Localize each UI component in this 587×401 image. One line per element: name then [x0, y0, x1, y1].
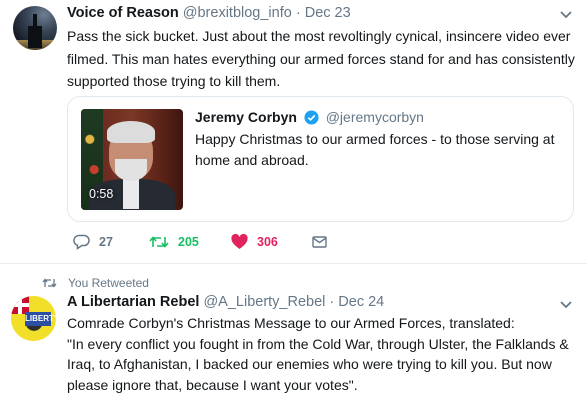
- video-figure-beard: [115, 159, 147, 181]
- quoted-display-name[interactable]: Jeremy Corbyn: [195, 109, 297, 125]
- tweet-text: Comrade Corbyn's Christmas Message to ou…: [67, 313, 581, 395]
- tweet-text: Pass the sick bucket. Just about the mos…: [67, 28, 575, 89]
- avatar-flag-bar: [11, 303, 29, 307]
- tweet[interactable]: Voice of Reason @brexitblog_info · Dec 2…: [0, 0, 587, 263]
- avatar[interactable]: [13, 6, 57, 50]
- retweet-count: 205: [178, 235, 199, 249]
- like-button[interactable]: 306: [231, 234, 278, 250]
- quoted-header: Jeremy Corbyn @jeremycorbyn: [195, 109, 424, 125]
- direct-message-button[interactable]: [312, 234, 327, 248]
- like-count: 306: [257, 235, 278, 249]
- handle[interactable]: @brexitblog_info: [183, 5, 292, 21]
- timestamp[interactable]: Dec 23: [305, 5, 351, 21]
- chevron-down-icon[interactable]: [559, 300, 573, 310]
- handle[interactable]: @A_Liberty_Rebel: [203, 294, 325, 310]
- separator: ·: [295, 5, 301, 21]
- retweet-button[interactable]: 205: [149, 234, 199, 250]
- retweet-context-label[interactable]: You Retweeted: [68, 276, 149, 290]
- quoted-text: Happy Christmas to our armed forces - to…: [195, 131, 555, 168]
- avatar[interactable]: LIBERTY: [11, 296, 56, 341]
- tweet-text-line: Comrade Corbyn's Christmas Message to ou…: [67, 315, 515, 331]
- tweet-header: Voice of Reason @brexitblog_info · Dec 2…: [67, 5, 351, 21]
- video-duration: 0:58: [89, 187, 114, 201]
- retweet-icon: [149, 236, 169, 248]
- chevron-down-icon[interactable]: [559, 10, 573, 20]
- tweet-header: A Libertarian Rebel @A_Liberty_Rebel · D…: [67, 294, 384, 310]
- display-name[interactable]: A Libertarian Rebel: [67, 294, 199, 310]
- tweet-text-quote: "In every conflict you fought in from th…: [67, 335, 569, 393]
- heart-icon: [231, 234, 248, 249]
- video-figure-hair: [107, 121, 155, 143]
- reply-icon: [73, 234, 90, 250]
- separator: ·: [329, 294, 335, 310]
- display-name[interactable]: Voice of Reason: [67, 5, 179, 21]
- message-icon: [312, 236, 327, 248]
- reply-button[interactable]: 27: [73, 234, 113, 250]
- reply-count: 27: [99, 235, 113, 249]
- video-thumbnail[interactable]: 0:58: [81, 109, 183, 210]
- verified-badge-icon: [304, 110, 319, 125]
- avatar-spire: [33, 14, 37, 44]
- video-figure-shirt: [123, 179, 139, 209]
- quoted-tweet[interactable]: 0:58 Jeremy Corbyn @jeremycorbyn Happy C…: [67, 96, 574, 222]
- avatar-tag: LIBERTY: [25, 312, 56, 326]
- retweet-small-icon: [42, 278, 57, 288]
- tweet-divider: [0, 263, 587, 264]
- quoted-handle[interactable]: @jeremycorbyn: [326, 109, 424, 125]
- timestamp[interactable]: Dec 24: [338, 294, 384, 310]
